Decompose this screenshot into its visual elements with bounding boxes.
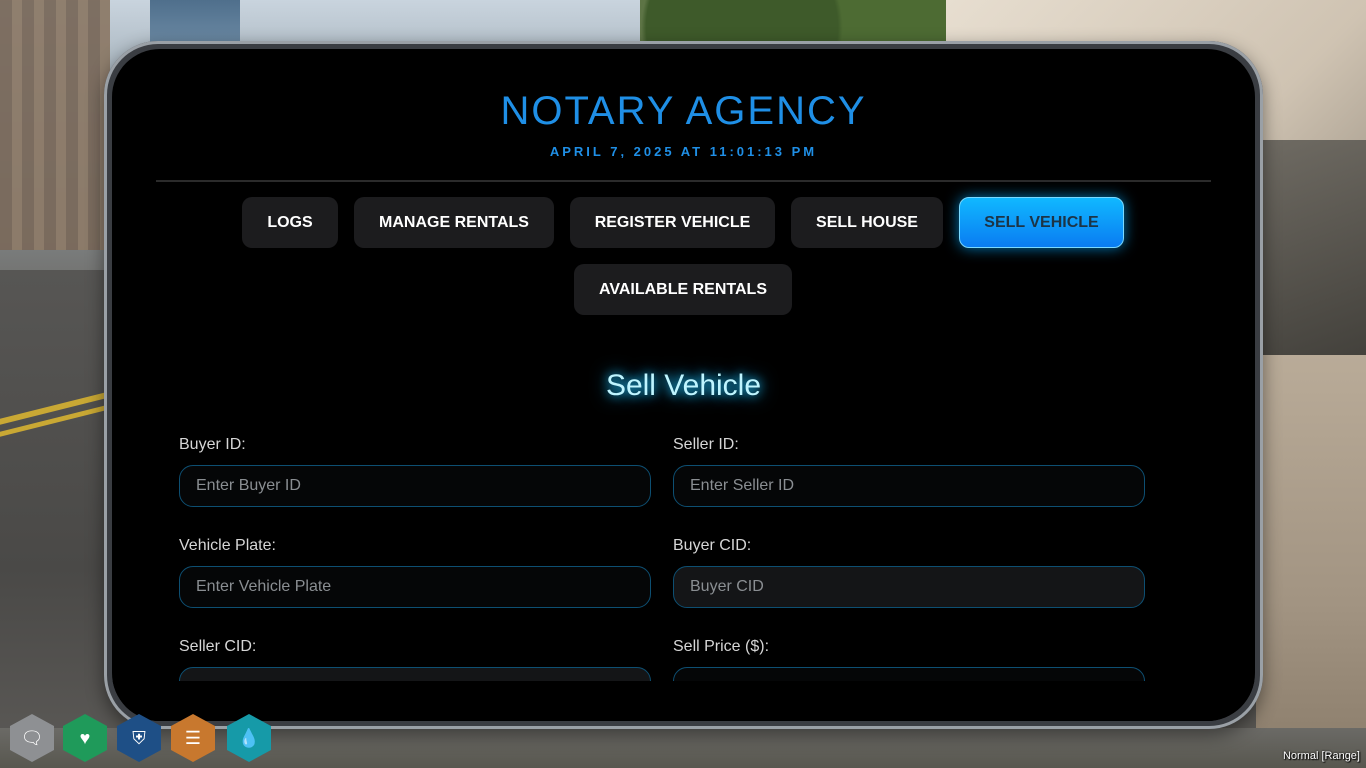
tab-available-rentals[interactable]: AVAILABLE RENTALS (574, 264, 792, 315)
form-title: Sell Vehicle (605, 369, 762, 402)
buyer-cid-input[interactable] (673, 566, 1145, 608)
buyer-id-label: Buyer ID: (179, 436, 246, 453)
voice-range-status: Normal [Range] (1282, 750, 1360, 762)
tree (640, 0, 980, 46)
tab-logs[interactable]: LOGS (242, 197, 338, 248)
hunger-icon-glyph: ☰ (184, 727, 202, 748)
sidewalk (1256, 355, 1366, 768)
vehicle-plate-input[interactable] (179, 566, 651, 608)
app-title: NOTARY AGENCY (500, 89, 867, 133)
road (0, 270, 110, 768)
app-datetime: APRIL 7, 2025 AT 11:01:13 PM (549, 144, 818, 159)
buyer-cid-label: Buyer CID: (673, 537, 752, 554)
header-divider (156, 180, 1211, 182)
buyer-id-input[interactable] (179, 465, 651, 507)
seller-cid-label: Seller CID: (179, 638, 257, 655)
tab-sell-house[interactable]: SELL HOUSE (791, 197, 943, 248)
seller-id-label: Seller ID: (673, 436, 739, 453)
voice-icon-glyph: 🗨 (20, 727, 44, 748)
scroll-clip (112, 681, 1255, 721)
armor-icon-glyph: ⛨ (132, 727, 146, 748)
thirst-icon-glyph: 💧 (237, 727, 261, 748)
tab-manage-rentals[interactable]: MANAGE RENTALS (354, 197, 554, 248)
building-left (0, 0, 110, 250)
building-left-far (150, 0, 240, 45)
health-icon-glyph: ♥ (79, 727, 91, 748)
tab-sell-vehicle[interactable]: SELL VEHICLE (959, 197, 1124, 248)
building-right-shadow (1256, 140, 1366, 380)
sell-price-label: Sell Price ($): (673, 638, 770, 655)
vehicle-plate-label: Vehicle Plate: (179, 537, 276, 554)
tab-register-vehicle[interactable]: REGISTER VEHICLE (570, 197, 775, 248)
seller-id-input[interactable] (673, 465, 1145, 507)
tablet-screen: NOTARY AGENCY APRIL 7, 2025 AT 11:01:13 … (112, 49, 1255, 721)
